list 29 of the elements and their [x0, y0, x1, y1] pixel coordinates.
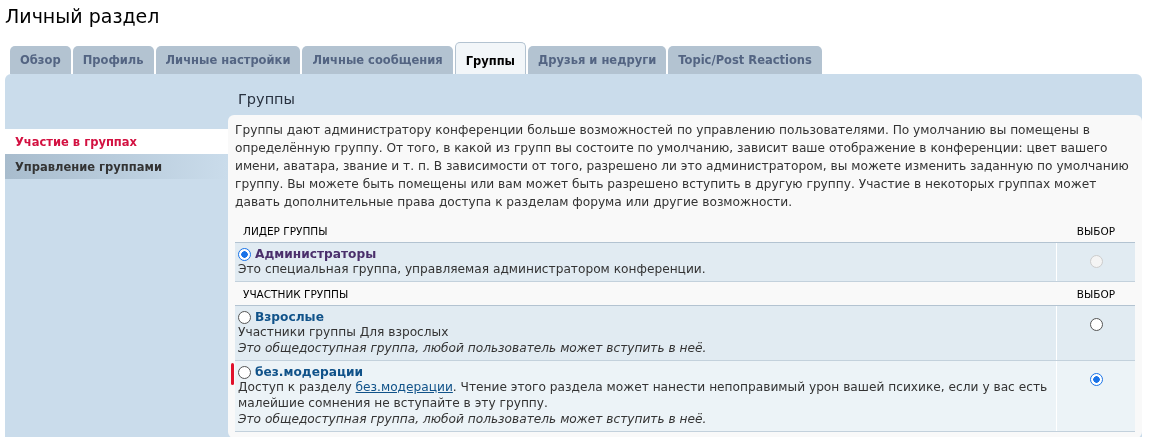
tab[interactable]: Друзья и недруги: [528, 46, 667, 74]
tab[interactable]: Профиль: [72, 46, 154, 74]
sidebar-item[interactable]: Участие в группах: [5, 129, 228, 154]
group-description: Доступ к разделу без.модерации. Чтение этого раздела может нанести непоправимый урон вашей психике, если у вас есть малейшие сомнения не вступайте в эту группу.: [238, 379, 1049, 411]
group-note: Это общедоступная группа, любой пользователь может вступить в неё.: [238, 340, 708, 356]
select-radio[interactable]: [1089, 373, 1103, 386]
select-radio[interactable]: [1089, 318, 1103, 331]
forum-link[interactable]: без.модерации: [355, 380, 453, 394]
tab[interactable]: Topic/Post Reactions: [668, 46, 822, 74]
section-title: УЧАСТНИК ГРУППЫ: [243, 288, 349, 300]
column-header: ВЫБОР: [1076, 288, 1115, 300]
column-header: ВЫБОР: [1076, 225, 1115, 237]
default-group-radio[interactable]: [238, 247, 251, 261]
group-name-link[interactable]: Взрослые: [255, 310, 324, 324]
group-name-link[interactable]: без.модерации: [255, 365, 363, 379]
group-note: Это общедоступная группа, любой пользователь может вступить в неё.: [238, 411, 708, 427]
tab[interactable]: Личные настройки: [155, 46, 301, 74]
section-title: ЛИДЕР ГРУППЫ: [243, 225, 328, 237]
group-description: Участники группы Для взрослых: [238, 324, 450, 340]
default-group-radio[interactable]: [238, 310, 251, 324]
tab[interactable]: Группы: [454, 42, 526, 74]
default-group-radio[interactable]: [238, 365, 251, 379]
intro-paragraph: Группы дают администратору конференции больше возможностей по управлению пользователями. По умолчанию вы помещены в определённую группу. От того, в какой из групп вы состоите по умолчанию, зависит ваше отображение в конференции: цвет вашего имени, аватара, звание и т. п. В зависимости от того, разрешено ли это администратором, вы можете изменить заданную по умолчанию группу. Вы можете быть помещены или вам может быть разрешено вступить в другую группу. Участие в некоторых группах может давать дополнительные права доступа к разделам форума или другие возможности.: [235, 122, 1130, 211]
tab[interactable]: Личные сообщения: [302, 46, 453, 74]
page-title: Личный раздел: [5, 4, 161, 29]
group-description: Это специальная группа, управляемая администратором конференции.: [238, 261, 707, 277]
tab[interactable]: Обзор: [10, 46, 71, 74]
section-heading: Группы: [237, 90, 297, 109]
group-name-link[interactable]: Администраторы: [255, 247, 377, 261]
